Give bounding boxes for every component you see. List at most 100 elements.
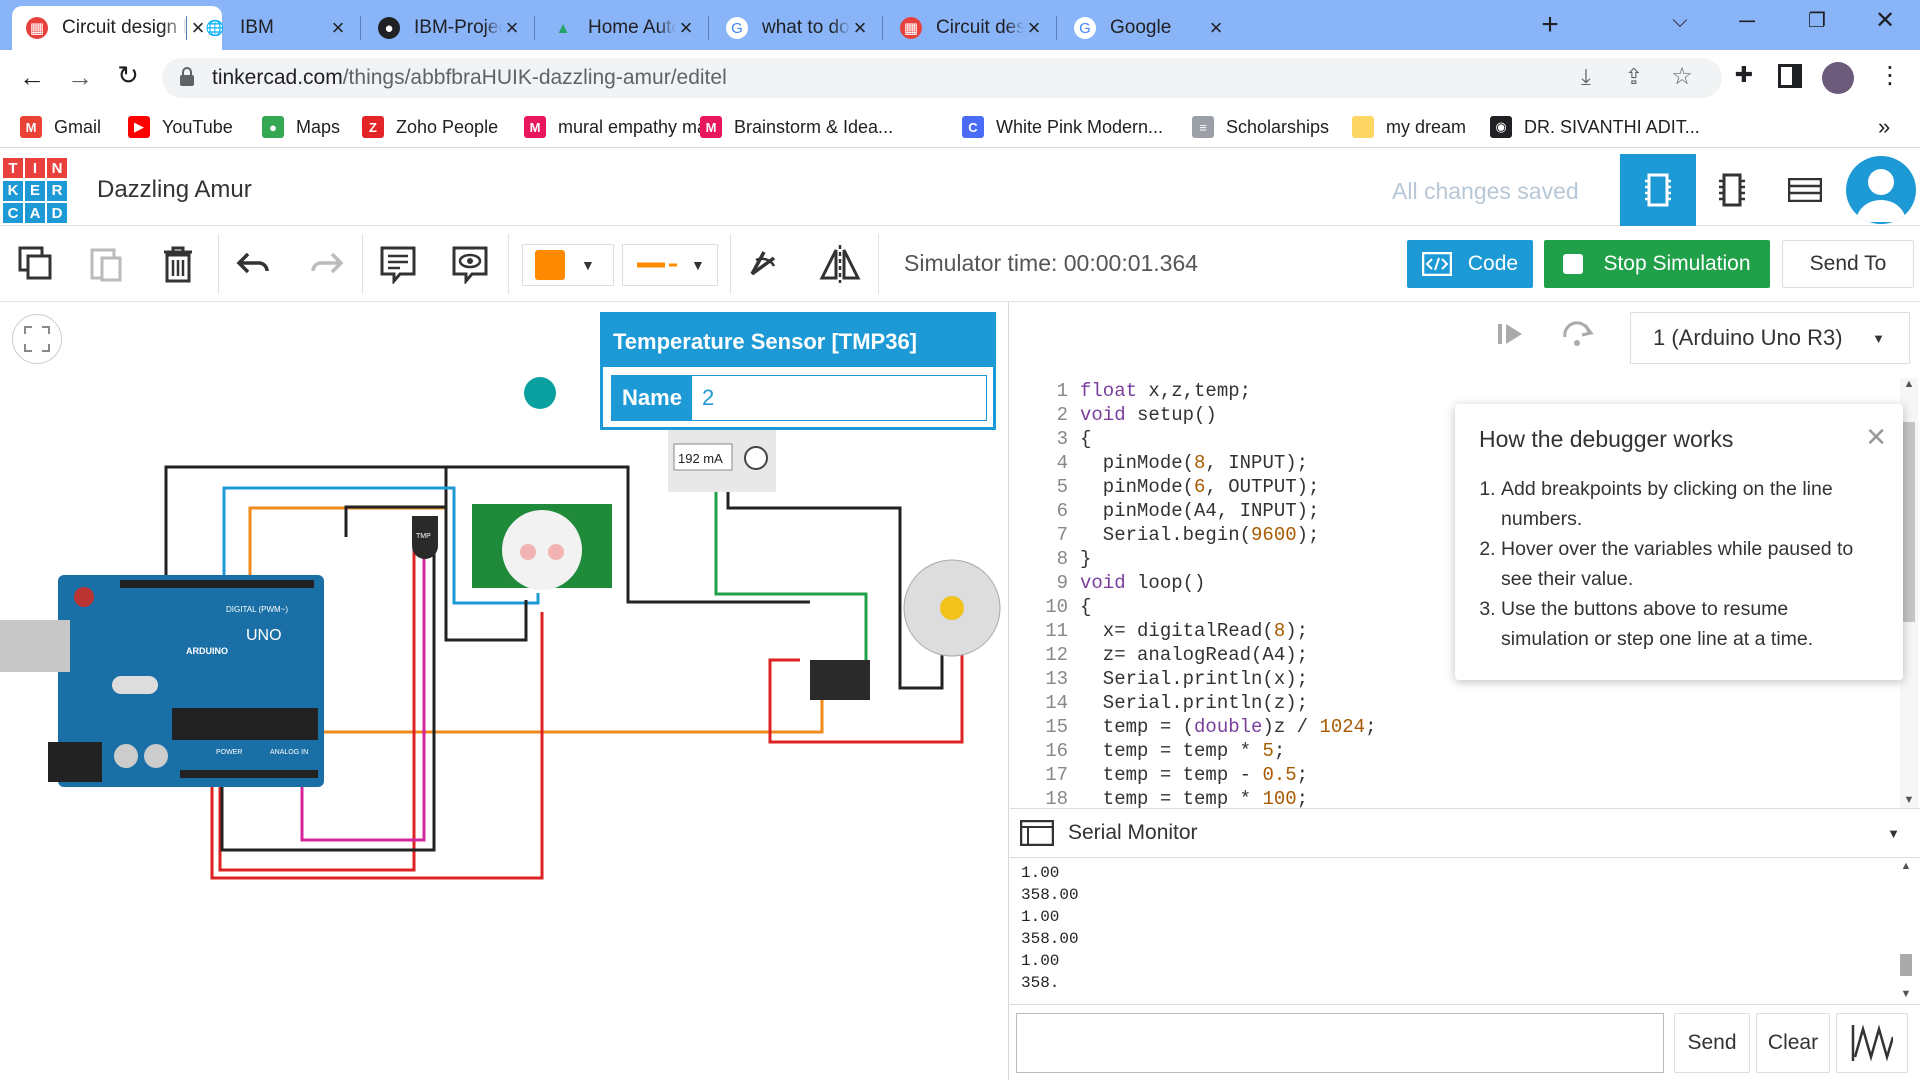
- serial-scrollbar[interactable]: ▲ ▼: [1896, 860, 1916, 1000]
- code-line[interactable]: pinMode(8, INPUT);: [1080, 452, 1308, 474]
- tab-search-icon[interactable]: ⌵: [1668, 10, 1692, 34]
- restore-button[interactable]: ❐: [1800, 8, 1834, 38]
- name-input[interactable]: 2: [692, 376, 986, 420]
- bookmark-item[interactable]: ● Maps: [262, 113, 340, 141]
- resume-button[interactable]: [1494, 318, 1526, 350]
- copy-button[interactable]: [12, 240, 60, 288]
- line-number[interactable]: 8: [1010, 548, 1068, 570]
- line-number[interactable]: 15: [1010, 716, 1068, 738]
- line-number[interactable]: 13: [1010, 668, 1068, 690]
- close-tab-icon[interactable]: ×: [1024, 15, 1044, 41]
- browser-tab[interactable]: Gwhat to do wh×: [712, 6, 884, 50]
- browser-tab[interactable]: ● IBM-Project-33×: [364, 6, 536, 50]
- toggle-notes-button[interactable]: [446, 240, 494, 288]
- line-number[interactable]: 4: [1010, 452, 1068, 474]
- close-tab-icon[interactable]: ×: [850, 15, 870, 41]
- component-list-button[interactable]: [1770, 154, 1840, 226]
- circuit-view-button[interactable]: [1620, 154, 1696, 226]
- bookmark-item[interactable]: ▶ YouTube: [128, 113, 233, 141]
- line-number[interactable]: 1: [1010, 380, 1068, 402]
- line-number[interactable]: 7: [1010, 524, 1068, 546]
- code-line[interactable]: pinMode(6, OUTPUT);: [1080, 476, 1320, 498]
- code-line[interactable]: Serial.println(x);: [1080, 668, 1308, 690]
- code-line[interactable]: {: [1080, 428, 1091, 450]
- code-line[interactable]: pinMode(A4, INPUT);: [1080, 500, 1320, 522]
- scroll-thumb[interactable]: [1903, 422, 1915, 622]
- install-app-icon[interactable]: ⤓: [1572, 64, 1600, 92]
- code-line[interactable]: Serial.begin(9600);: [1080, 524, 1320, 546]
- line-number[interactable]: 6: [1010, 500, 1068, 522]
- flip-button[interactable]: [816, 240, 864, 288]
- code-line[interactable]: {: [1080, 596, 1091, 618]
- code-line[interactable]: void setup(): [1080, 404, 1217, 426]
- color-picker[interactable]: ▼: [522, 244, 614, 286]
- paste-button[interactable]: [82, 240, 130, 288]
- undo-button[interactable]: [230, 240, 278, 288]
- line-number[interactable]: 10: [1010, 596, 1068, 618]
- line-number[interactable]: 2: [1010, 404, 1068, 426]
- close-tab-icon[interactable]: ×: [328, 15, 348, 41]
- code-line[interactable]: x= digitalRead(8);: [1080, 620, 1308, 642]
- minimize-button[interactable]: ─: [1730, 8, 1764, 38]
- graph-button[interactable]: [1836, 1013, 1908, 1073]
- bookmark-item[interactable]: Z Zoho People: [362, 113, 498, 141]
- code-line[interactable]: temp = (double)z / 1024;: [1080, 716, 1377, 738]
- browser-tab[interactable]: 🌐 IBM ×: [190, 6, 362, 50]
- line-number[interactable]: 9: [1010, 572, 1068, 594]
- bookmark-item[interactable]: ≡ Scholarships: [1192, 113, 1329, 141]
- profile-avatar[interactable]: [1822, 62, 1854, 94]
- new-tab-button[interactable]: +: [1534, 10, 1566, 42]
- code-line[interactable]: z= analogRead(A4);: [1080, 644, 1308, 666]
- line-number[interactable]: 16: [1010, 740, 1068, 762]
- scroll-down-arrow[interactable]: ▼: [1896, 988, 1916, 1000]
- code-line[interactable]: void loop(): [1080, 572, 1205, 594]
- send-to-button[interactable]: Send To: [1782, 240, 1914, 288]
- browser-tab[interactable]: ▦ Circuit design (×: [886, 6, 1058, 50]
- code-line[interactable]: float x,z,temp;: [1080, 380, 1251, 402]
- send-button[interactable]: Send: [1674, 1013, 1750, 1073]
- forward-button[interactable]: →: [64, 62, 96, 94]
- extensions-icon[interactable]: ✚: [1730, 62, 1758, 90]
- stop-simulation-button[interactable]: Stop Simulation: [1544, 240, 1770, 288]
- code-line[interactable]: temp = temp * 100;: [1080, 788, 1308, 810]
- notes-button[interactable]: [374, 240, 422, 288]
- close-tab-icon[interactable]: ×: [502, 15, 522, 41]
- bookmark-item[interactable]: my dream: [1352, 113, 1466, 141]
- code-button[interactable]: Code: [1407, 240, 1533, 288]
- code-line[interactable]: temp = temp - 0.5;: [1080, 764, 1308, 786]
- wire-type-picker[interactable]: ▼: [622, 244, 718, 286]
- close-window-button[interactable]: ✕: [1868, 6, 1902, 36]
- scroll-thumb[interactable]: [1900, 954, 1912, 976]
- back-button[interactable]: ←: [16, 62, 48, 94]
- close-tab-icon[interactable]: ×: [1206, 15, 1226, 41]
- url-text[interactable]: tinkercad.com/things/abbfbraHUIK-dazzlin…: [212, 66, 727, 90]
- bookmark-item[interactable]: ◉ DR. SIVANTHI ADIT...: [1490, 113, 1700, 141]
- step-over-button[interactable]: [1560, 318, 1596, 350]
- scroll-up-arrow[interactable]: ▲: [1896, 860, 1916, 872]
- delete-button[interactable]: [154, 240, 202, 288]
- scroll-up-arrow[interactable]: ▲: [1900, 378, 1918, 390]
- serial-monitor-header[interactable]: Serial Monitor ▼: [1010, 808, 1920, 858]
- close-icon[interactable]: ✕: [1865, 422, 1887, 453]
- bookmark-item[interactable]: M Gmail: [20, 113, 101, 141]
- reload-button[interactable]: ↻: [112, 60, 144, 92]
- share-icon[interactable]: ⇪: [1620, 64, 1648, 92]
- line-number[interactable]: 12: [1010, 644, 1068, 666]
- tinkercad-logo[interactable]: T I N K E R C A D: [3, 158, 69, 224]
- line-number[interactable]: 3: [1010, 428, 1068, 450]
- bookmark-item[interactable]: Mmural empathy map: [524, 113, 717, 141]
- chevron-down-icon[interactable]: ▼: [1887, 826, 1900, 841]
- scroll-down-arrow[interactable]: ▼: [1900, 794, 1918, 806]
- code-line[interactable]: Serial.println(z);: [1080, 692, 1308, 714]
- serial-input[interactable]: [1016, 1013, 1664, 1073]
- user-avatar[interactable]: [1846, 156, 1916, 224]
- line-number[interactable]: 17: [1010, 764, 1068, 786]
- code-line[interactable]: }: [1080, 548, 1091, 570]
- browser-menu-icon[interactable]: ⋮: [1878, 62, 1902, 92]
- line-number[interactable]: 14: [1010, 692, 1068, 714]
- line-number[interactable]: 5: [1010, 476, 1068, 498]
- line-number[interactable]: 18: [1010, 788, 1068, 810]
- browser-tab[interactable]: ▲ Home Automa×: [538, 6, 710, 50]
- redo-button[interactable]: [302, 240, 350, 288]
- code-line[interactable]: temp = temp * 5;: [1080, 740, 1285, 762]
